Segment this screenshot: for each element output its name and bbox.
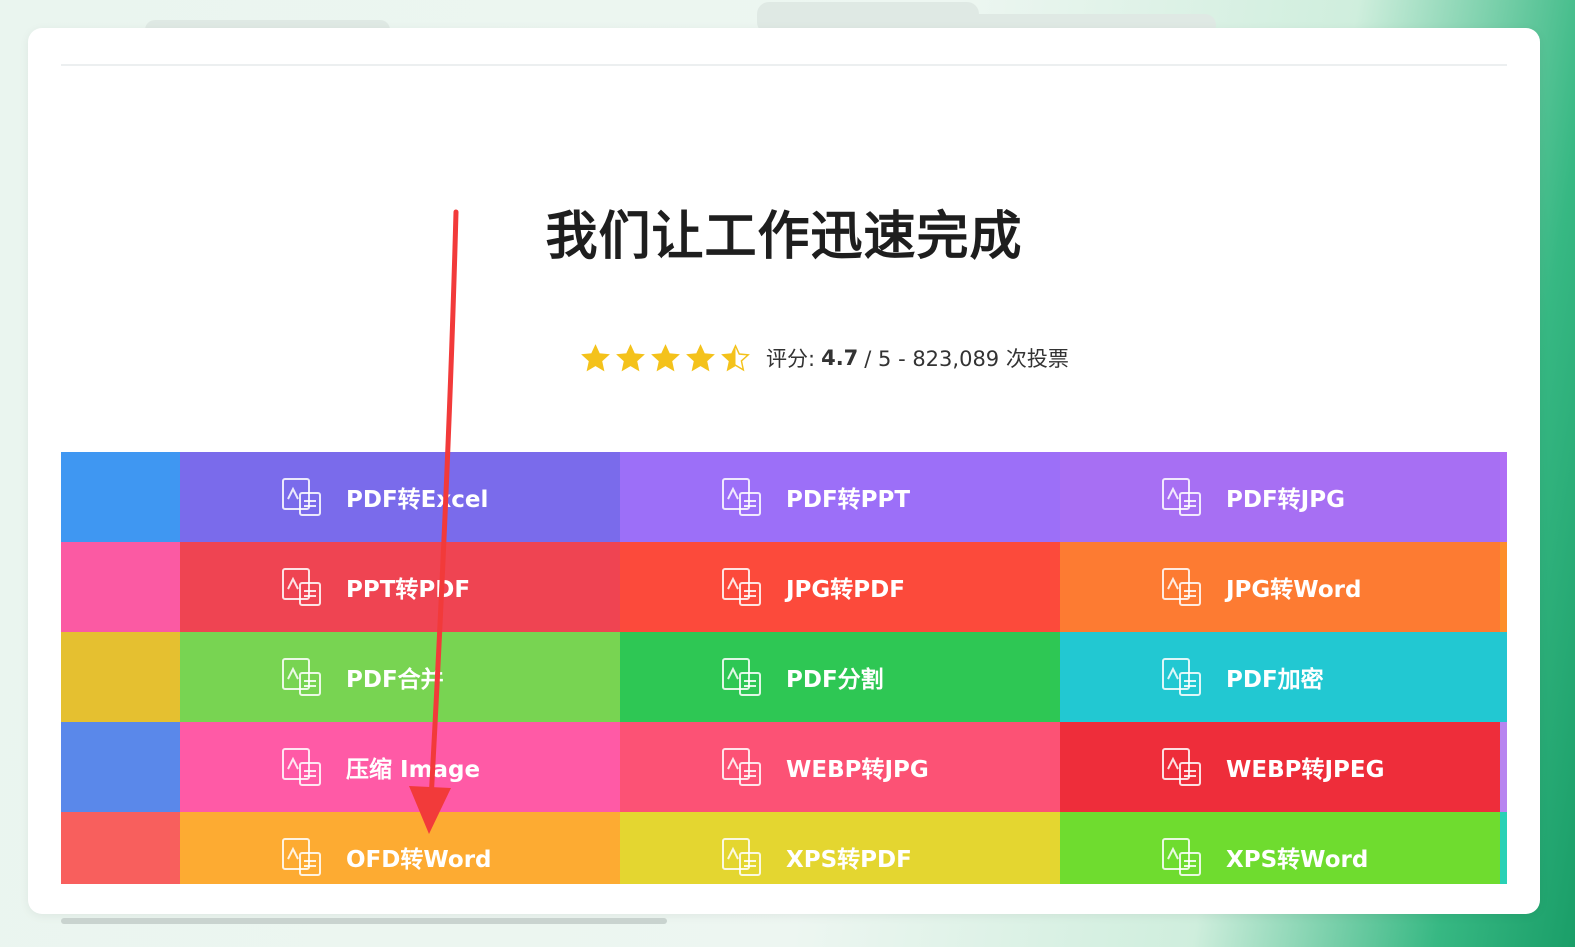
tool-tile-partial[interactable] [1500,632,1507,722]
tool-tile-partial[interactable] [1500,722,1507,812]
star-icon[interactable] [651,343,680,373]
tool-grid: PDF转Excel PDF转PPT PDF转JPG PPT转PDF JPG转PDF JPG… [61,452,1507,884]
rating-stars[interactable] [581,343,756,373]
tool-tile-pdf-to-ppt[interactable]: PDF转PPT [620,452,1060,542]
tool-tile-ofd-to-word[interactable]: OFD转Word [180,812,620,884]
tool-row: OFD转Word XPS转PDF XPS转Word [61,812,1507,884]
converter-web-page: 我们让工作迅速完成 评分: 4.7 / 5 - 823,089 次投票 PDF转… [61,64,1507,884]
rating-prefix: 评分: [766,347,816,371]
tool-label: OFD转Word [346,847,492,873]
tool-tile-partial[interactable] [1500,542,1507,632]
tool-tile-pdf-split[interactable]: PDF分割 [620,632,1060,722]
tool-tile-pdf-merge[interactable]: PDF合并 [180,632,620,722]
star-icon[interactable] [581,343,610,373]
tool-label: PDF加密 [1226,667,1324,693]
rating-bar: 评分: 4.7 / 5 - 823,089 次投票 [581,341,1069,375]
pdf-split-icon [722,658,761,696]
tool-tile-xps-to-pdf[interactable]: XPS转PDF [620,812,1060,884]
tool-tile-jpg-to-pdf[interactable]: JPG转PDF [620,542,1060,632]
xps-to-pdf-icon [722,838,761,876]
webp-to-jpg-icon [722,748,761,786]
tool-tile-compress-image[interactable]: 压缩 Image [180,722,620,812]
tool-tile-partial[interactable] [61,722,180,812]
pdf-to-ppt-icon [722,478,761,516]
tool-tile-webp-to-jpeg[interactable]: WEBP转JPEG [1060,722,1500,812]
star-icon[interactable] [686,343,715,373]
rating-score: 4.7 [821,346,859,370]
tool-tile-partial[interactable] [1500,812,1507,884]
tool-label: 压缩 Image [346,757,481,783]
tool-tile-partial[interactable] [61,632,180,722]
star-icon[interactable] [616,343,645,373]
tool-tile-partial[interactable] [61,452,180,542]
webp-to-jpeg-icon [1162,748,1201,786]
tool-label: WEBP转JPEG [1226,757,1385,783]
ppt-to-pdf-icon [282,568,321,606]
tool-tile-partial[interactable] [1500,452,1507,542]
tool-label: PDF转JPG [1226,487,1345,513]
tool-row: 压缩 Image WEBP转JPG WEBP转JPEG [61,722,1507,812]
jpg-to-word-icon [1162,568,1201,606]
tool-label: XPS转PDF [786,847,912,873]
tool-label: PDF转PPT [786,487,911,513]
tool-tile-xps-to-word[interactable]: XPS转Word [1060,812,1500,884]
tool-row: PPT转PDF JPG转PDF JPG转Word [61,542,1507,632]
jpg-to-pdf-icon [722,568,761,606]
tool-row: PDF转Excel PDF转PPT PDF转JPG [61,452,1507,542]
hero-title: 我们让工作迅速完成 [545,207,1023,267]
tool-label: PPT转PDF [346,577,471,603]
tool-tile-partial[interactable] [61,812,180,884]
horizontal-scrollbar[interactable] [61,918,667,924]
tool-label: JPG转Word [1226,577,1362,603]
tool-label: PDF分割 [786,667,884,693]
tool-row: PDF合并 PDF分割 PDF加密 [61,632,1507,722]
pdf-encrypt-icon [1162,658,1201,696]
tool-label: PDF合并 [346,667,444,693]
star-half-icon[interactable] [721,343,750,373]
compress-image-icon [282,748,321,786]
tool-tile-pdf-to-excel[interactable]: PDF转Excel [180,452,620,542]
tool-label: WEBP转JPG [786,757,929,783]
tool-label: PDF转Excel [346,487,489,513]
tool-tile-webp-to-jpg[interactable]: WEBP转JPG [620,722,1060,812]
rating-votes: / 5 - 823,089 次投票 [864,347,1069,371]
ofd-to-word-icon [282,838,321,876]
tool-tile-jpg-to-word[interactable]: JPG转Word [1060,542,1500,632]
tool-tile-ppt-to-pdf[interactable]: PPT转PDF [180,542,620,632]
tool-label: JPG转PDF [786,577,905,603]
xps-to-word-icon [1162,838,1201,876]
pdf-to-jpg-icon [1162,478,1201,516]
pdf-to-excel-icon [282,478,321,516]
tool-tile-partial[interactable] [61,542,180,632]
pdf-merge-icon [282,658,321,696]
tool-label: XPS转Word [1226,847,1369,873]
tool-tile-pdf-to-jpg[interactable]: PDF转JPG [1060,452,1500,542]
tool-tile-pdf-encrypt[interactable]: PDF加密 [1060,632,1500,722]
